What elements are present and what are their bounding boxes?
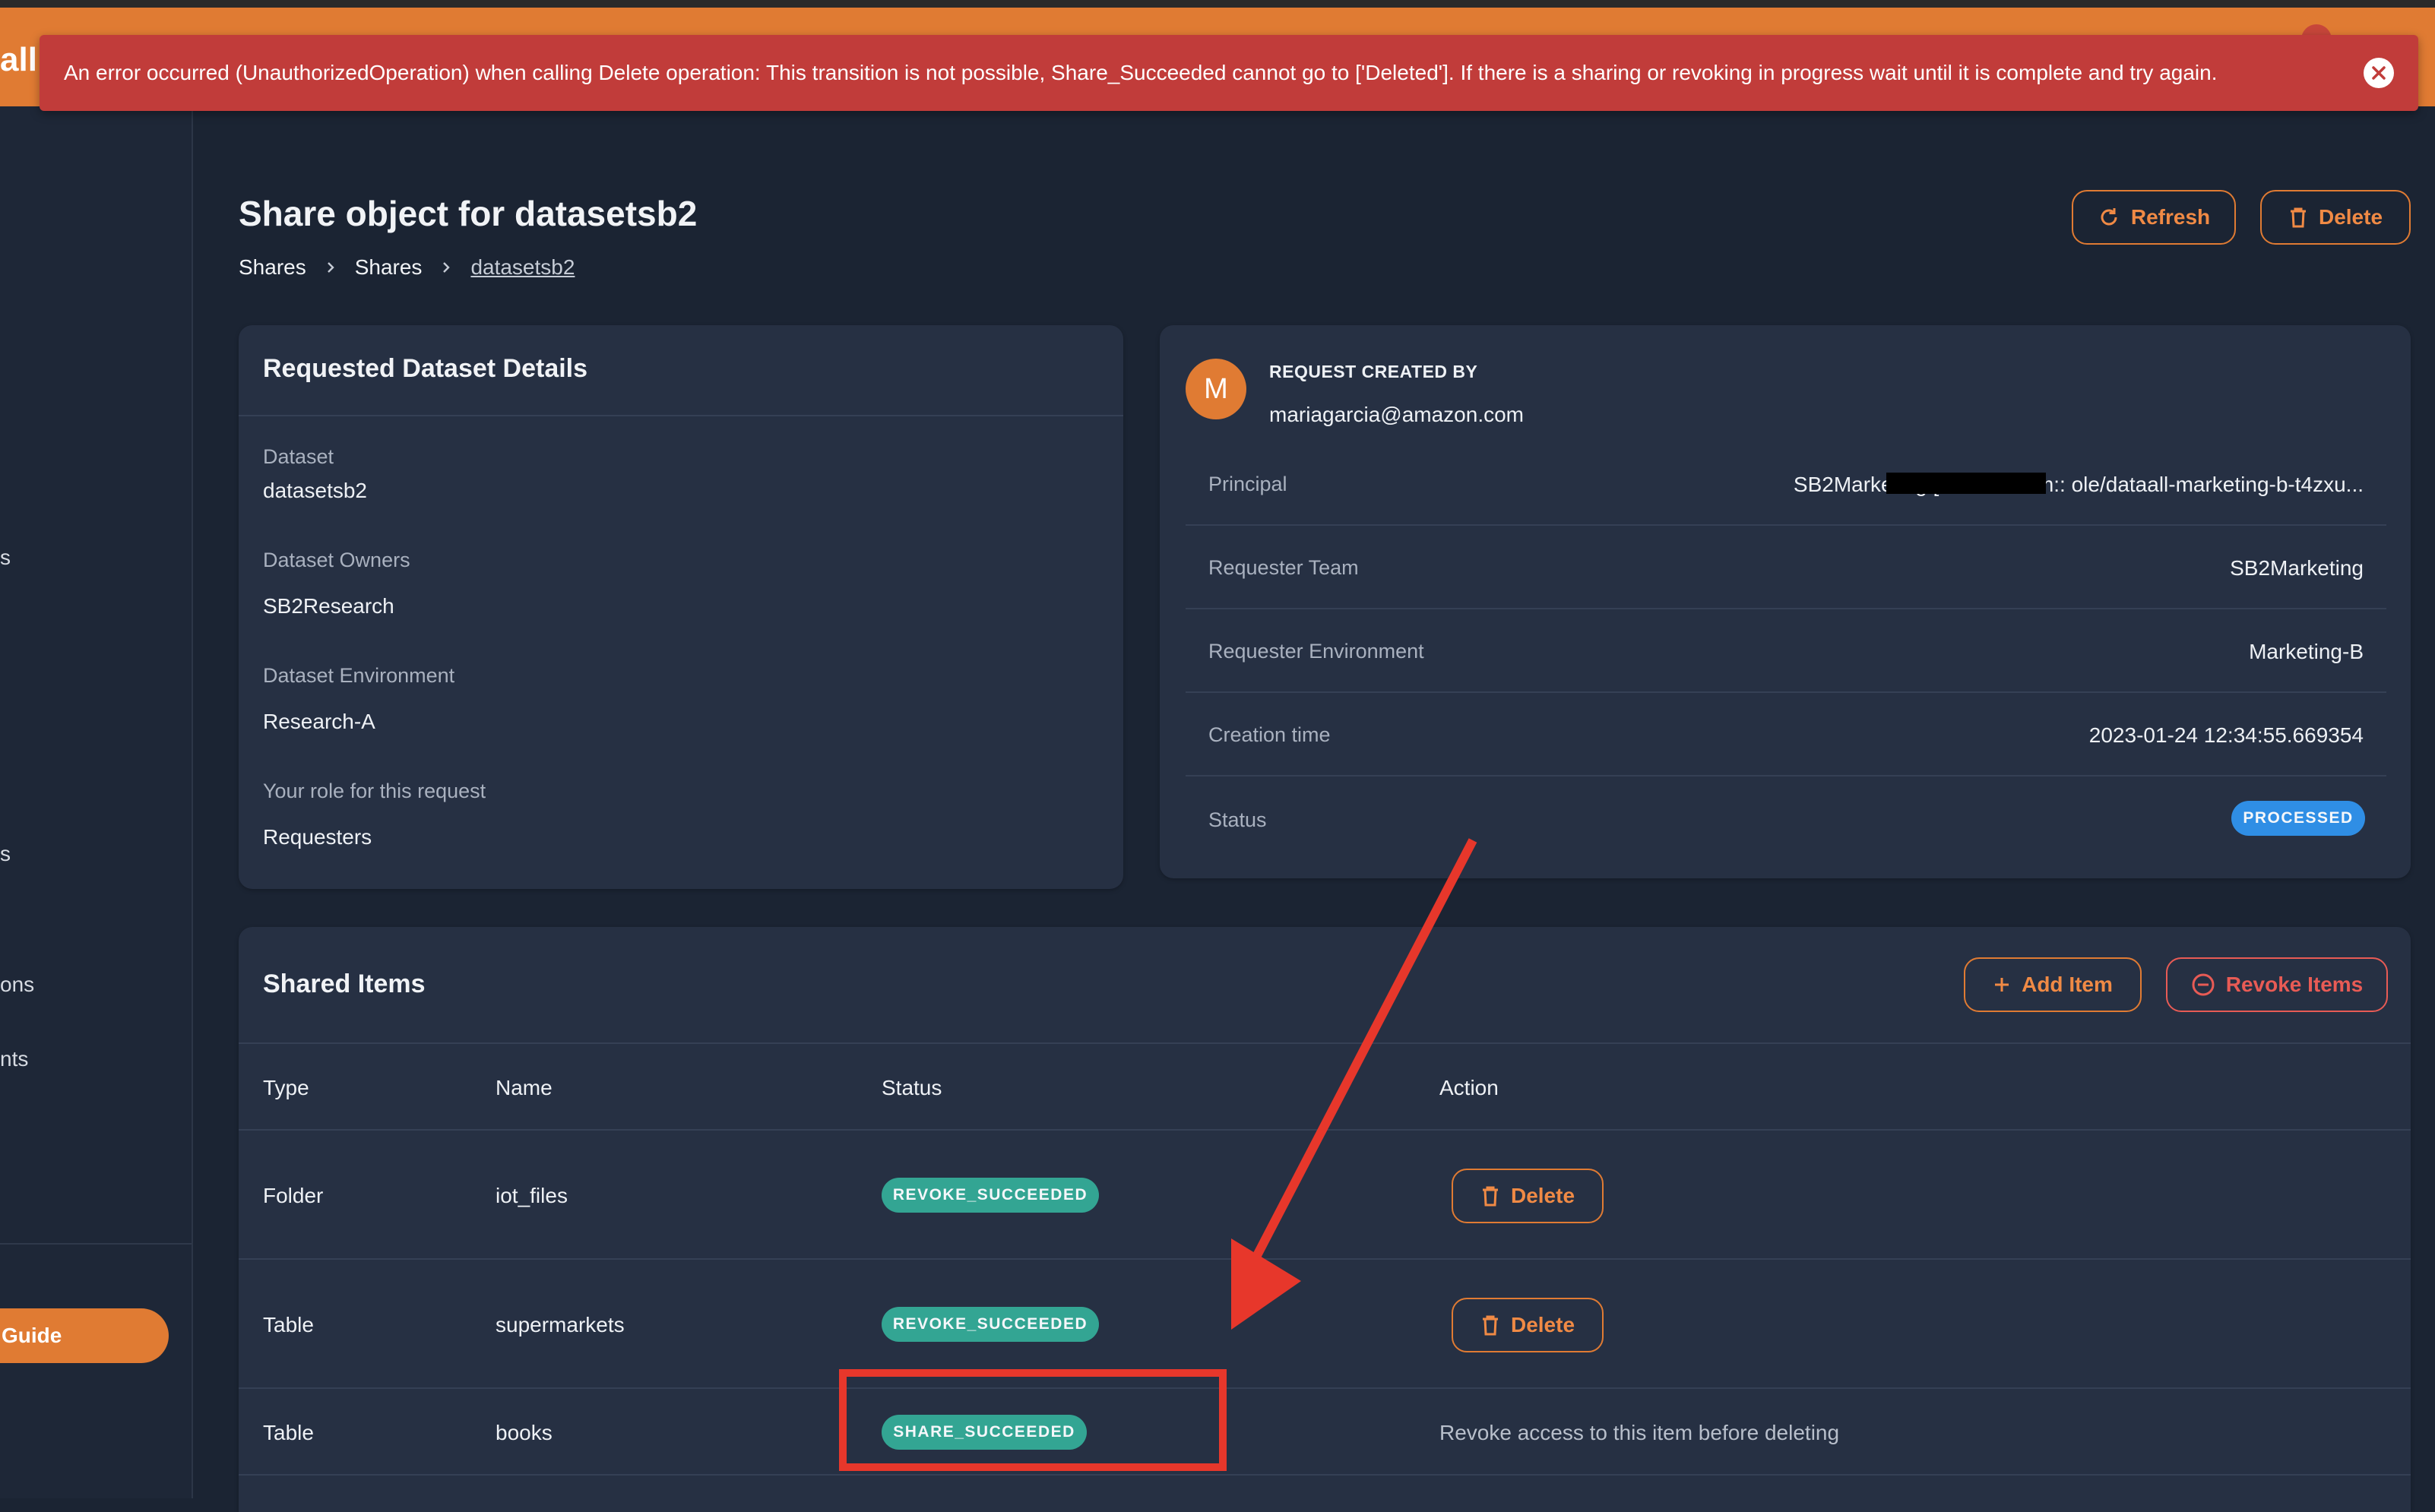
- dataset-environment-label: Dataset Environment: [263, 664, 455, 687]
- remove-circle-icon: [2192, 973, 2215, 996]
- creation-time-value: 2023-01-24 12:34:55.669354: [2088, 723, 2364, 747]
- divider: [239, 1387, 2411, 1389]
- chevron-right-icon: [439, 260, 454, 275]
- revoke-items-label: Revoke Items: [2225, 973, 2364, 996]
- divider: [239, 415, 1123, 416]
- breadcrumb: Shares Shares datasetsb2: [239, 255, 575, 280]
- add-item-label: Add Item: [2022, 973, 2113, 996]
- role-label: Your role for this request: [263, 780, 486, 802]
- close-icon[interactable]: [2364, 58, 2394, 88]
- table-cell-type: Table: [263, 1421, 314, 1444]
- dataset-owners-label: Dataset Owners: [263, 549, 410, 571]
- breadcrumb-item[interactable]: Shares: [239, 255, 306, 280]
- page-title: Share object for datasetsb2: [239, 194, 698, 233]
- table-cell-type: Folder: [263, 1184, 324, 1207]
- chevron-right-icon: [323, 260, 338, 275]
- breadcrumb-item[interactable]: Shares: [355, 255, 423, 280]
- requester-team-label: Requester Team: [1208, 556, 1359, 579]
- error-message: An error occurred (UnauthorizedOperation…: [64, 61, 2218, 84]
- dataset-label: Dataset: [263, 445, 334, 468]
- table-cell-name: books: [496, 1421, 553, 1444]
- requested-dataset-details-card: Requested Dataset Details Dataset datase…: [239, 325, 1123, 889]
- sidebar: s s ons nts Guide: [0, 106, 193, 1498]
- delete-label: Delete: [2318, 205, 2383, 229]
- trash-icon: [2290, 207, 2306, 228]
- requester-avatar: M: [1186, 359, 1246, 419]
- refresh-button[interactable]: Refresh: [2072, 190, 2236, 245]
- requester-environment-value: Marketing-B: [2249, 640, 2364, 663]
- dataset-environment-value: Research-A: [263, 710, 375, 733]
- sidebar-item[interactable]: s: [0, 842, 11, 866]
- table-cell-name: iot_files: [496, 1184, 568, 1207]
- annotation-highlight-box: [839, 1369, 1227, 1471]
- item-status-badge: REVOKE_SUCCEEDED: [882, 1178, 1099, 1213]
- card-title: Shared Items: [263, 970, 426, 998]
- requester-environment-label: Requester Environment: [1208, 640, 1424, 663]
- refresh-icon: [2101, 208, 2117, 226]
- dataset-value: datasetsb2: [263, 479, 367, 502]
- divider: [1186, 608, 2386, 609]
- status-label: Status: [1208, 808, 1267, 831]
- sidebar-divider: [0, 1243, 192, 1245]
- delete-item-label: Delete: [1510, 1313, 1575, 1336]
- principal-label: Principal: [1208, 473, 1287, 495]
- add-item-button[interactable]: Add Item: [1964, 957, 2142, 1012]
- dataset-owners-value: SB2Research: [263, 594, 394, 618]
- divider: [1186, 775, 2386, 777]
- item-status-badge: REVOKE_SUCCEEDED: [882, 1307, 1099, 1342]
- app-logo[interactable]: all: [0, 41, 37, 79]
- column-header-name[interactable]: Name: [496, 1076, 553, 1100]
- creation-time-label: Creation time: [1208, 723, 1331, 746]
- refresh-label: Refresh: [2130, 205, 2211, 229]
- revoke-items-button[interactable]: Revoke Items: [2166, 957, 2388, 1012]
- role-value: Requesters: [263, 825, 372, 849]
- plus-icon: [1995, 978, 2009, 992]
- request-created-by-email: mariagarcia@amazon.com: [1269, 403, 1524, 426]
- annotation-arrow: [1231, 838, 1477, 1330]
- delete-share-button[interactable]: Delete: [2260, 190, 2411, 245]
- redaction-bar: [1886, 473, 2046, 494]
- requester-team-value: SB2Marketing: [2230, 556, 2364, 580]
- sidebar-item[interactable]: s: [0, 546, 11, 570]
- sidebar-item[interactable]: nts: [0, 1047, 28, 1071]
- divider: [1186, 524, 2386, 526]
- card-title: Requested Dataset Details: [263, 354, 588, 383]
- divider: [1186, 691, 2386, 693]
- table-cell-type: Table: [263, 1313, 314, 1336]
- delete-item-label: Delete: [1510, 1184, 1575, 1207]
- sidebar-item[interactable]: ons: [0, 973, 34, 997]
- window-top-edge: [0, 0, 2435, 8]
- user-guide-button[interactable]: Guide: [0, 1308, 169, 1363]
- column-header-type[interactable]: Type: [263, 1076, 309, 1100]
- revoke-hint-text: Revoke access to this item before deleti…: [1439, 1421, 1840, 1444]
- error-alert-banner: An error occurred (UnauthorizedOperation…: [40, 35, 2418, 111]
- status-badge: PROCESSED: [2231, 801, 2365, 836]
- table-cell-name: supermarkets: [496, 1313, 625, 1336]
- column-header-status[interactable]: Status: [882, 1076, 942, 1100]
- request-created-by-label: REQUEST CREATED BY: [1269, 362, 1478, 381]
- breadcrumb-current[interactable]: datasetsb2: [470, 255, 575, 280]
- divider: [239, 1474, 2411, 1476]
- user-guide-label: Guide: [2, 1324, 62, 1347]
